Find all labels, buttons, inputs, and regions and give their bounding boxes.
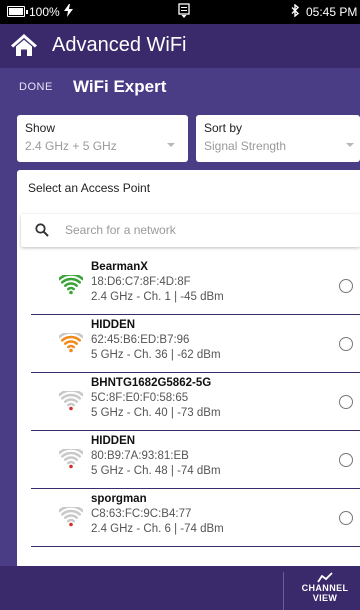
network-info: 5 GHz - Ch. 36 | -62 dBm <box>91 349 221 361</box>
network-mac: 18:D6:C7:8F:4D:8F <box>91 276 191 288</box>
divider <box>283 572 284 610</box>
show-filter-dropdown[interactable]: Show 2.4 GHz + 5 GHz <box>17 115 188 162</box>
app-title: Advanced WiFi <box>52 34 187 56</box>
show-filter-value: 2.4 GHz + 5 GHz <box>25 139 117 153</box>
main-content: Show 2.4 GHz + 5 GHz Sort by Signal Stre… <box>0 106 360 566</box>
network-info: 2.4 GHz - Ch. 6 | -74 dBm <box>91 523 224 535</box>
access-point-row[interactable]: HIDDEN 80:B9:7A:93:81:EB 5 GHz - Ch. 48 | … <box>31 431 360 489</box>
bluetooth-icon <box>291 3 300 20</box>
panel-heading: Select an Access Point <box>28 181 151 195</box>
wifi-signal-icon <box>57 389 85 416</box>
wifi-signal-icon <box>57 505 85 532</box>
network-mac: 62:45:B6:ED:B7:96 <box>91 334 190 346</box>
access-point-panel: Select an Access Point BearmanX 18:D6:C7:… <box>17 170 360 566</box>
network-mac: C8:63:FC:9C:B4:77 <box>91 508 192 520</box>
access-point-row[interactable]: HIDDEN 62:45:B6:ED:B7:96 5 GHz - Ch. 36 | … <box>31 315 360 373</box>
search-icon[interactable] <box>35 223 49 242</box>
chevron-down-icon <box>346 143 354 147</box>
sort-by-value: Signal Strength <box>204 139 287 153</box>
status-bar: 100% 05:45 PM <box>0 0 360 24</box>
toolbar: DONE WiFi Expert <box>0 68 360 106</box>
wifi-signal-icon <box>57 447 85 474</box>
search-input[interactable] <box>65 220 345 240</box>
battery-icon <box>7 6 28 17</box>
select-radio[interactable] <box>339 453 353 467</box>
battery-percent: 100% <box>29 5 60 19</box>
network-name: HIDDEN <box>91 319 136 331</box>
select-radio[interactable] <box>339 511 353 525</box>
page-title: WiFi Expert <box>73 77 167 96</box>
network-name: sporgman <box>91 493 147 505</box>
chevron-down-icon <box>167 143 175 147</box>
app-bar: Advanced WiFi <box>0 24 360 68</box>
access-point-row[interactable]: BHNTG1682G5862-5G 5C:8F:E0:F0:58:65 5 GHz … <box>31 373 360 431</box>
home-icon[interactable] <box>10 32 38 63</box>
network-name: BearmanX <box>91 261 148 273</box>
done-button[interactable]: DONE <box>19 81 53 93</box>
notification-icon <box>178 3 190 22</box>
bottom-bar: CHANNEL VIEW <box>0 566 360 610</box>
network-mac: 80:B9:7A:93:81:EB <box>91 450 189 462</box>
charging-icon <box>64 4 73 20</box>
select-radio[interactable] <box>339 337 353 351</box>
network-info: 2.4 GHz - Ch. 1 | -45 dBm <box>91 291 224 303</box>
chart-line-icon <box>317 572 333 583</box>
network-name: HIDDEN <box>91 435 136 447</box>
channel-view-button[interactable]: CHANNEL VIEW <box>290 572 360 610</box>
wifi-signal-icon <box>57 273 85 300</box>
network-name: BHNTG1682G5862-5G <box>91 377 212 389</box>
clock: 05:45 PM <box>306 5 358 19</box>
select-radio[interactable] <box>339 395 353 409</box>
access-point-row[interactable]: sporgman C8:63:FC:9C:B4:77 2.4 GHz - Ch. 6… <box>31 489 360 547</box>
select-radio[interactable] <box>339 279 353 293</box>
search-bar <box>21 214 360 247</box>
network-info: 5 GHz - Ch. 40 | -73 dBm <box>91 407 221 419</box>
network-mac: 5C:8F:E0:F0:58:65 <box>91 392 189 404</box>
show-filter-label: Show <box>25 121 56 135</box>
access-point-row[interactable]: BearmanX 18:D6:C7:8F:4D:8F 2.4 GHz - Ch. 1… <box>31 257 360 315</box>
wifi-signal-icon <box>57 331 85 358</box>
sort-by-dropdown[interactable]: Sort by Signal Strength <box>196 115 360 162</box>
network-info: 5 GHz - Ch. 48 | -74 dBm <box>91 465 221 477</box>
sort-by-label: Sort by <box>204 121 243 135</box>
channel-view-label: CHANNEL VIEW <box>301 583 349 603</box>
